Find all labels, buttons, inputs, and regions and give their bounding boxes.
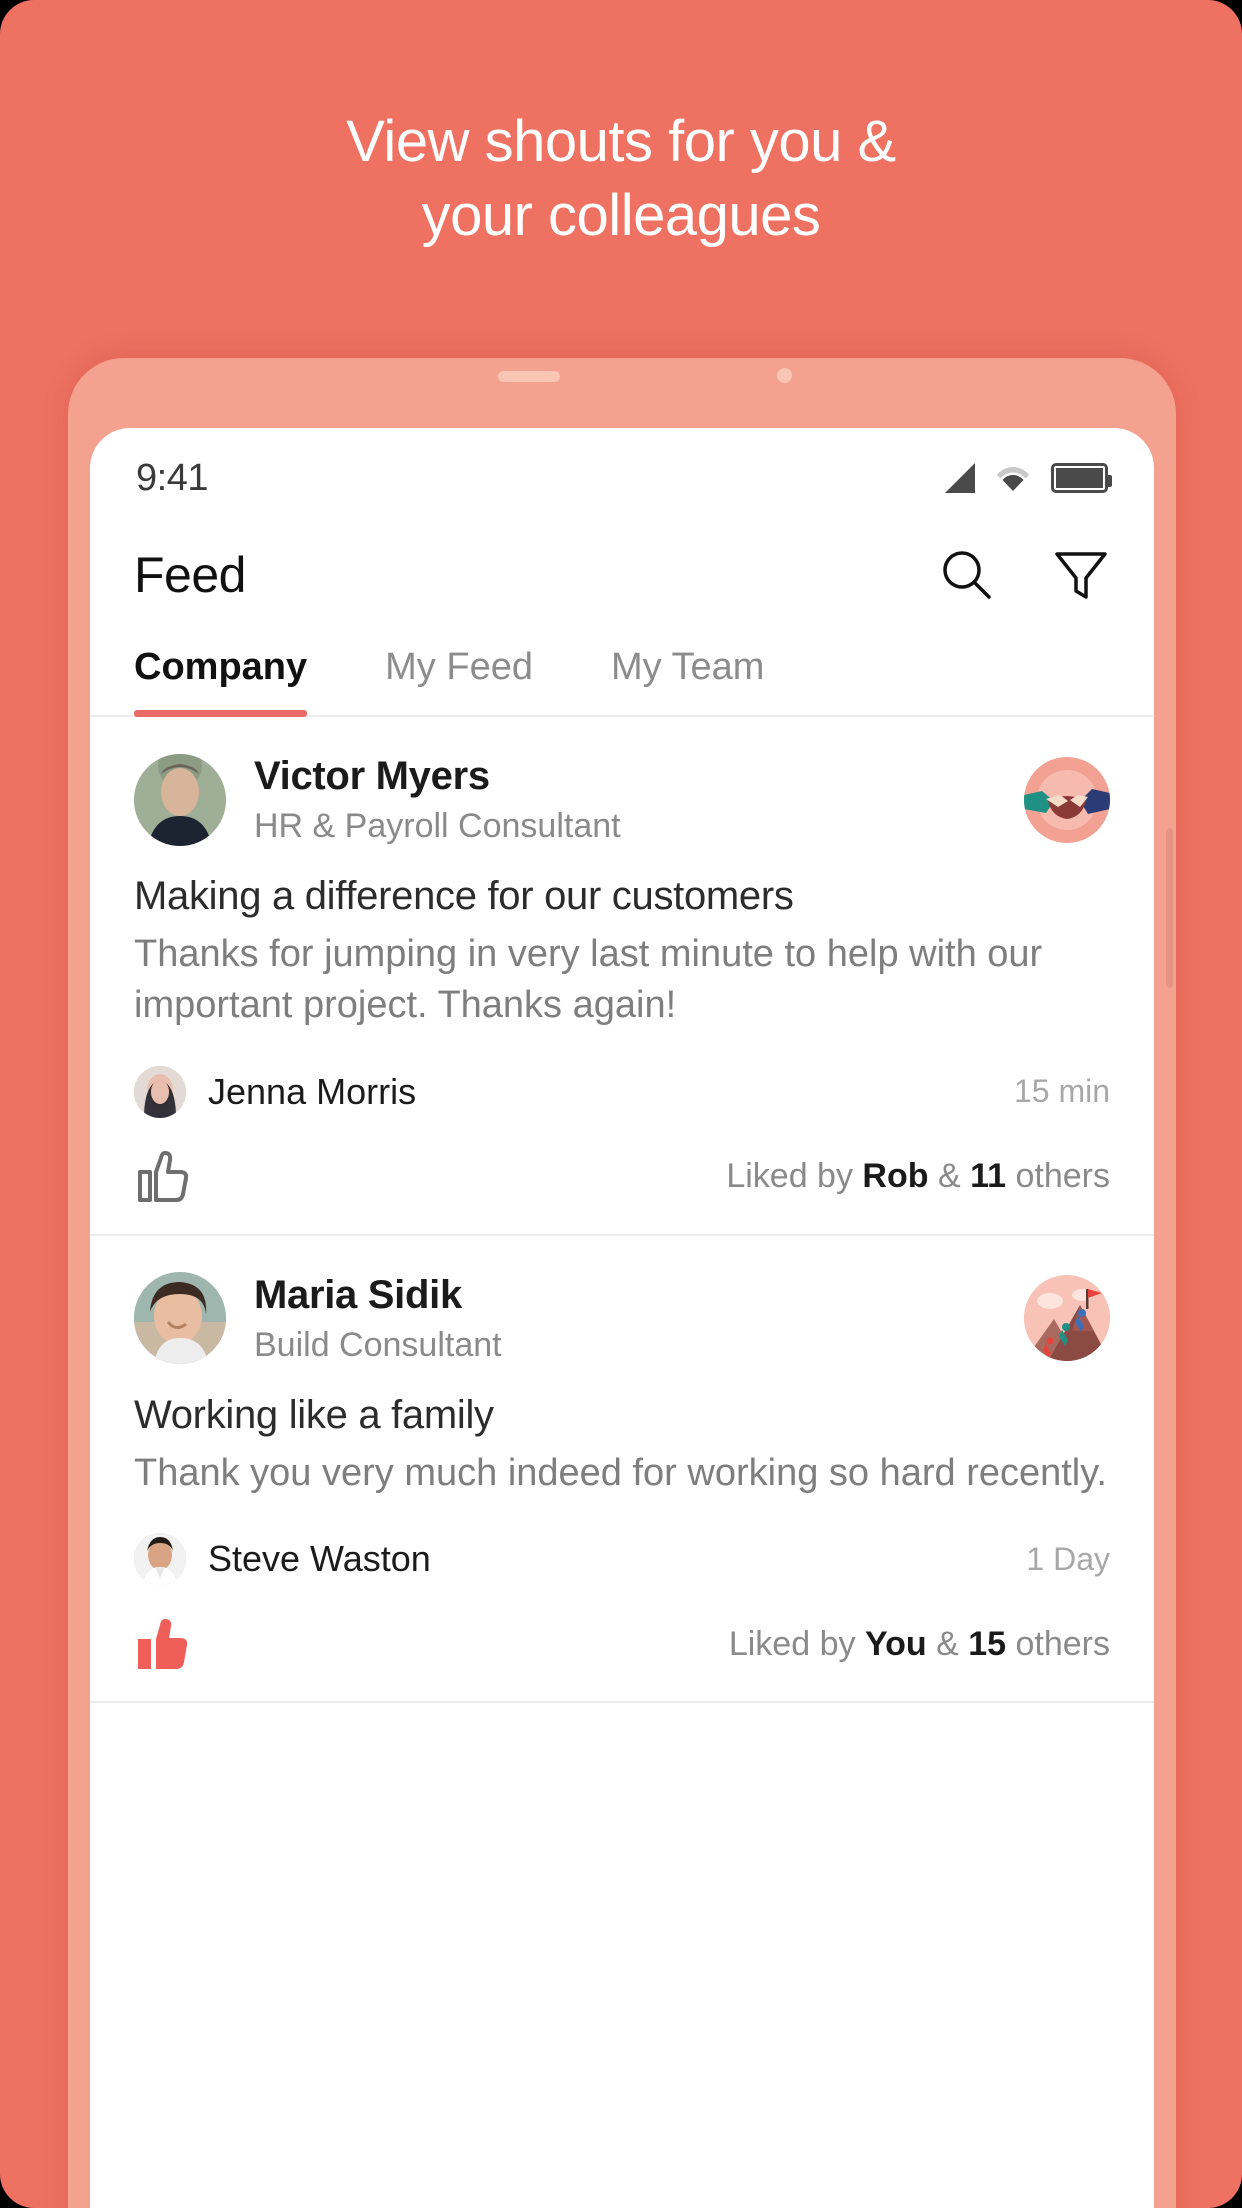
scrollbar[interactable]	[1166, 828, 1173, 988]
front-camera-icon	[777, 368, 792, 383]
liked-prefix: Liked by	[728, 1624, 865, 1663]
post-body: Thank you very much indeed for working s…	[134, 1451, 1107, 1494]
liked-by-text: Liked by You & 15 others	[729, 1625, 1110, 1664]
recipient-row: Jenna Morris 15 min	[134, 1065, 1110, 1118]
avatar	[134, 753, 226, 846]
liked-count: 15	[968, 1624, 1007, 1663]
author-block: Maria Sidik Build Consultant	[254, 1272, 1024, 1365]
filter-icon[interactable]	[1052, 546, 1110, 604]
wifi-icon	[997, 467, 1029, 491]
liked-suffix: others	[1006, 1157, 1110, 1196]
post-title: Making a difference for our customers	[134, 874, 794, 919]
search-icon[interactable]	[938, 546, 996, 604]
speaker-grille-icon	[498, 371, 560, 382]
phone-bezel	[68, 358, 1176, 434]
app-header: Feed	[90, 512, 1154, 628]
promo-headline: View shouts for you & your colleagues	[0, 105, 1242, 253]
recipient-name: Jenna Morris	[208, 1070, 417, 1112]
page-title: Feed	[134, 547, 246, 603]
promo-line-2: your colleagues	[421, 183, 821, 249]
thumbs-up-icon[interactable]	[134, 1148, 192, 1206]
liked-count: 11	[970, 1157, 1007, 1196]
like-row: Liked by You & 15 others	[134, 1615, 1110, 1679]
tab-bar: Company My Feed My Team	[90, 628, 1154, 717]
mountain-badge-icon	[1024, 1275, 1110, 1362]
post-body: Thanks for jumping in very last minute t…	[134, 933, 1043, 1027]
phone-mockup: 9:41 Feed Company My Feed My Team Victor…	[68, 358, 1176, 2208]
liked-name: Rob	[862, 1157, 929, 1196]
post-header: Maria Sidik Build Consultant	[134, 1272, 1110, 1365]
tab-my-team[interactable]: My Team	[611, 628, 764, 715]
feed-list: Victor Myers HR & Payroll Consultant Mak…	[90, 717, 1154, 1704]
tab-company[interactable]: Company	[134, 628, 308, 717]
post-header: Victor Myers HR & Payroll Consultant	[134, 753, 1110, 846]
post-timestamp: 1 Day	[1026, 1540, 1110, 1577]
author-block: Victor Myers HR & Payroll Consultant	[254, 753, 1024, 846]
handshake-badge-icon	[1024, 756, 1110, 843]
author-name: Maria Sidik	[254, 1272, 462, 1317]
liked-name: You	[864, 1624, 927, 1663]
liked-by-text: Liked by Rob & 11 others	[726, 1157, 1110, 1196]
recipient-name: Steve Waston	[208, 1538, 431, 1580]
header-actions	[938, 546, 1110, 604]
device-screen: 9:41 Feed Company My Feed My Team Victor…	[90, 428, 1154, 2208]
liked-sep: &	[926, 1624, 969, 1663]
avatar	[134, 1272, 226, 1365]
tab-my-feed[interactable]: My Feed	[385, 628, 533, 715]
status-bar: 9:41	[90, 428, 1154, 512]
liked-prefix: Liked by	[726, 1157, 863, 1196]
recipient-avatar	[134, 1065, 186, 1118]
post-item[interactable]: Victor Myers HR & Payroll Consultant Mak…	[90, 717, 1154, 1236]
liked-sep: &	[928, 1157, 971, 1196]
author-role: HR & Payroll Consultant	[254, 807, 621, 845]
recipient-row: Steve Waston 1 Day	[134, 1533, 1110, 1586]
liked-suffix: others	[1006, 1624, 1110, 1663]
status-icons	[945, 463, 1112, 493]
post-timestamp: 15 min	[1013, 1073, 1110, 1110]
signal-icon	[945, 463, 975, 493]
promo-line-1: View shouts for you &	[346, 109, 896, 174]
status-clock: 9:41	[136, 456, 208, 499]
promo-screen: View shouts for you & your colleagues 9:…	[0, 0, 1242, 2208]
post-item[interactable]: Maria Sidik Build Consultant Working lik…	[90, 1236, 1154, 1704]
author-name: Victor Myers	[254, 754, 490, 798]
battery-icon	[1051, 463, 1112, 493]
thumbs-up-filled-icon[interactable]	[134, 1615, 192, 1673]
like-row: Liked by Rob & 11 others	[134, 1148, 1110, 1212]
author-role: Build Consultant	[254, 1325, 502, 1364]
post-title: Working like a family	[134, 1392, 494, 1437]
recipient-avatar	[134, 1533, 186, 1586]
